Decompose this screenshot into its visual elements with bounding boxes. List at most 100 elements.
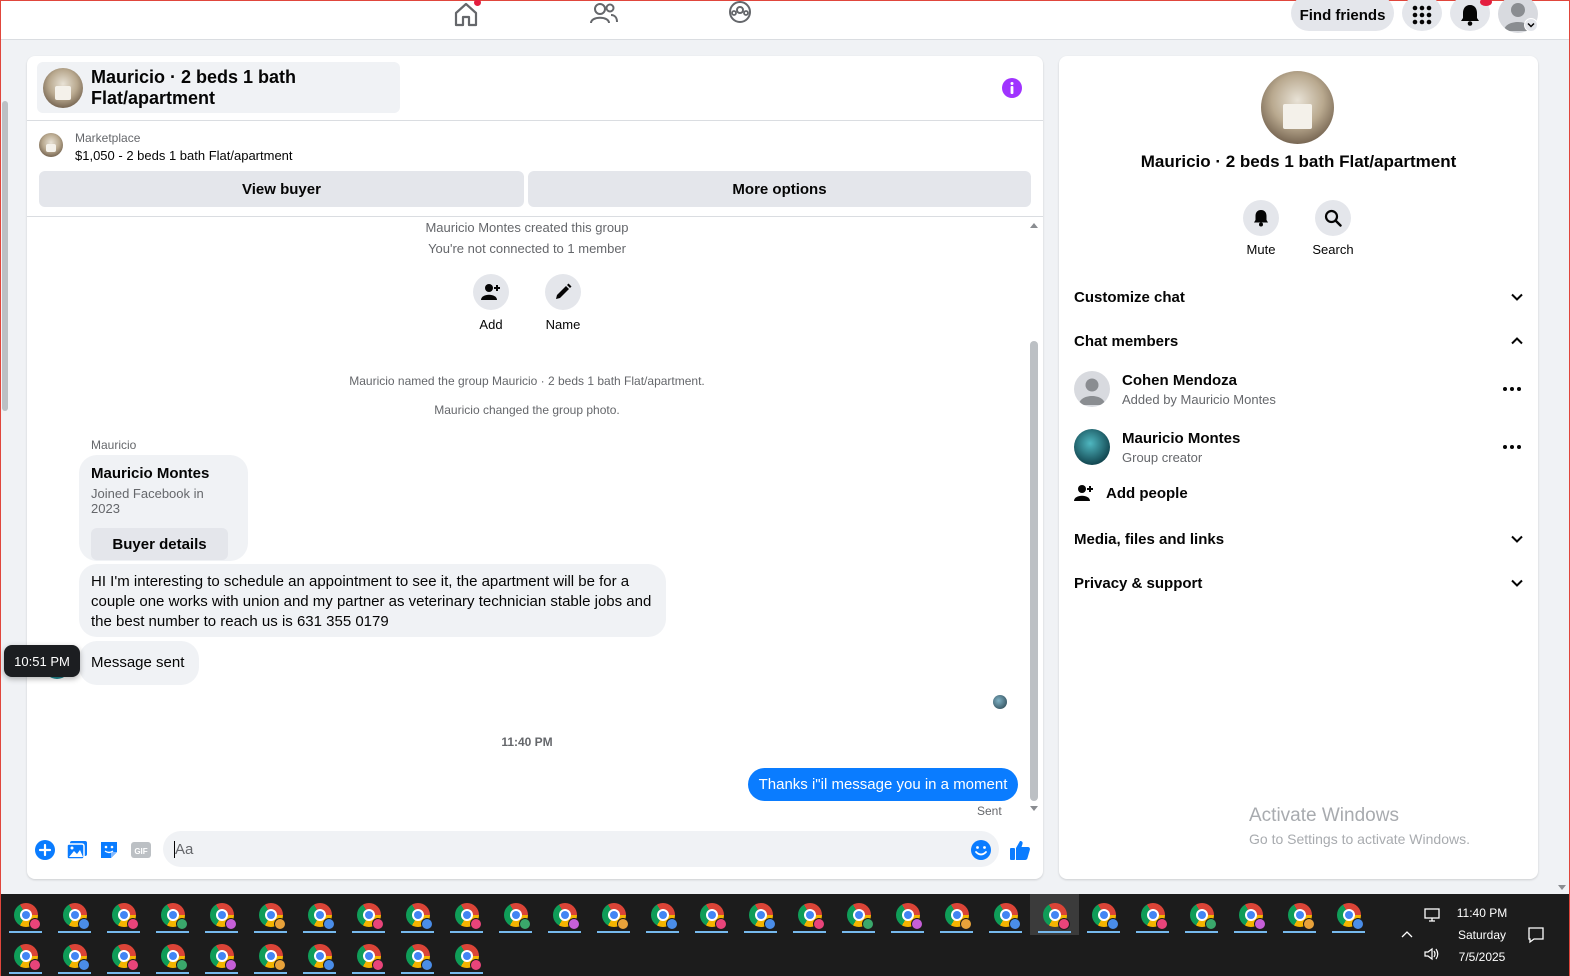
- page-scrollbar[interactable]: [1, 41, 11, 891]
- chrome-taskbar-icon[interactable]: [834, 894, 883, 935]
- chrome-taskbar-icon[interactable]: [393, 935, 442, 976]
- outgoing-message[interactable]: Thanks i"il message you in a moment: [748, 768, 1018, 801]
- chrome-taskbar-icon[interactable]: [638, 894, 687, 935]
- chrome-taskbar-icon[interactable]: [1128, 894, 1177, 935]
- chrome-taskbar-icon[interactable]: [148, 894, 197, 935]
- chrome-taskbar-icon[interactable]: [1177, 894, 1226, 935]
- search-action[interactable]: Search: [1303, 200, 1363, 257]
- chrome-taskbar-icon[interactable]: [295, 894, 344, 935]
- media-files-section[interactable]: Media, files and links: [1074, 524, 1524, 554]
- chrome-taskbar-icon[interactable]: [246, 935, 295, 976]
- chrome-taskbar-icon[interactable]: [687, 894, 736, 935]
- gif-icon[interactable]: GIF: [130, 839, 152, 861]
- chrome-taskbar-icon[interactable]: [932, 894, 981, 935]
- buyer-details-button[interactable]: Buyer details: [91, 528, 228, 560]
- search-label: Search: [1312, 242, 1354, 257]
- chrome-taskbar-icon[interactable]: [883, 894, 932, 935]
- group-photo[interactable]: [1261, 71, 1334, 144]
- chrome-taskbar-icon[interactable]: [1275, 894, 1324, 935]
- sticker-icon[interactable]: [98, 839, 120, 861]
- mute-action[interactable]: Mute: [1231, 200, 1291, 257]
- chrome-icon: [454, 943, 482, 971]
- more-options-button[interactable]: More options: [528, 171, 1031, 207]
- chrome-taskbar-icon[interactable]: [344, 935, 393, 976]
- view-buyer-button[interactable]: View buyer: [39, 171, 524, 207]
- action-center-icon[interactable]: [1527, 926, 1545, 944]
- info-title: Mauricio · 2 beds 1 bath Flat/apartment: [1140, 152, 1457, 171]
- chrome-taskbar-icon[interactable]: [1324, 894, 1373, 935]
- chat-header: Mauricio · 2 beds 1 bath Flat/apartment: [27, 56, 1043, 121]
- chat-members-section[interactable]: Chat members: [1074, 326, 1524, 356]
- privacy-support-label: Privacy & support: [1074, 574, 1203, 592]
- chrome-taskbar-icon[interactable]: [246, 894, 295, 935]
- message-scrollbar[interactable]: [1027, 219, 1041, 814]
- chrome-taskbar-icon[interactable]: [50, 894, 99, 935]
- chat-title-button[interactable]: Mauricio · 2 beds 1 bath Flat/apartment: [37, 62, 400, 113]
- message-input[interactable]: [163, 831, 999, 867]
- chrome-taskbar-icon[interactable]: [1, 894, 50, 935]
- chrome-taskbar-icon[interactable]: [148, 935, 197, 976]
- clock-time[interactable]: 11:40 PM: [1452, 906, 1512, 920]
- search-icon: [1315, 200, 1351, 236]
- plus-circle-icon[interactable]: [34, 839, 56, 861]
- chrome-taskbar-icon[interactable]: [99, 894, 148, 935]
- chrome-taskbar-icon[interactable]: [1030, 894, 1079, 935]
- chevron-up-icon[interactable]: [1400, 929, 1414, 939]
- clock-date[interactable]: 7/5/2025: [1452, 950, 1512, 964]
- chrome-taskbar-icon[interactable]: [491, 894, 540, 935]
- chrome-icon: [699, 902, 727, 930]
- emoji-icon[interactable]: [970, 839, 992, 861]
- chrome-taskbar-icon[interactable]: [50, 935, 99, 976]
- incoming-message[interactable]: HI I'm interesting to schedule an appoin…: [79, 564, 666, 637]
- chrome-taskbar-icon[interactable]: [785, 894, 834, 935]
- member-row[interactable]: Mauricio Montes Group creator: [1074, 427, 1524, 467]
- chrome-taskbar-icon[interactable]: [442, 894, 491, 935]
- chrome-taskbar-icon[interactable]: [589, 894, 638, 935]
- name-group-action[interactable]: Name: [528, 274, 598, 332]
- chrome-taskbar-icon[interactable]: [295, 935, 344, 976]
- chrome-taskbar-icon[interactable]: [197, 935, 246, 976]
- friends-icon[interactable]: [589, 1, 619, 27]
- thumbs-up-icon[interactable]: [1009, 839, 1031, 861]
- windows-taskbar: 11:40 PM Saturday 7/5/2025: [1, 894, 1569, 976]
- account-chevron-icon[interactable]: [1524, 18, 1538, 32]
- member-avatar: [1074, 429, 1110, 465]
- customize-chat-section[interactable]: Customize chat: [1074, 282, 1524, 312]
- chrome-taskbar-icon[interactable]: [442, 935, 491, 976]
- chrome-icon: [209, 902, 237, 930]
- chrome-taskbar-icon[interactable]: [197, 894, 246, 935]
- chrome-icon: [356, 943, 384, 971]
- chrome-icon: [1042, 902, 1070, 930]
- chrome-icon: [797, 902, 825, 930]
- chrome-taskbar-icon[interactable]: [736, 894, 785, 935]
- volume-icon[interactable]: [1423, 947, 1441, 961]
- chrome-taskbar-icon[interactable]: [99, 935, 148, 976]
- find-friends-button[interactable]: Find friends: [1291, 0, 1394, 31]
- clock-day[interactable]: Saturday: [1452, 928, 1512, 942]
- chrome-taskbar-icon[interactable]: [540, 894, 589, 935]
- incoming-message-short[interactable]: Message sent: [79, 641, 199, 685]
- member-row[interactable]: Cohen Mendoza Added by Mauricio Montes: [1074, 369, 1524, 409]
- chrome-icon: [13, 943, 41, 971]
- right-scrollbar[interactable]: [1555, 41, 1569, 891]
- add-people-button[interactable]: Add people: [1074, 484, 1188, 502]
- listing-summary[interactable]: Marketplace $1,050 - 2 beds 1 bath Flat/…: [39, 131, 293, 167]
- info-icon[interactable]: [1001, 77, 1023, 99]
- privacy-support-section[interactable]: Privacy & support: [1074, 568, 1524, 598]
- chrome-taskbar-icon[interactable]: [981, 894, 1030, 935]
- add-member-action[interactable]: Add: [456, 274, 526, 332]
- chrome-taskbar-icon[interactable]: [1226, 894, 1275, 935]
- chevron-down-icon: [1511, 293, 1523, 301]
- groups-icon[interactable]: [725, 1, 755, 27]
- chrome-icon: [62, 902, 90, 930]
- more-dots-icon[interactable]: [1500, 445, 1524, 449]
- chrome-taskbar-icon[interactable]: [344, 894, 393, 935]
- network-icon[interactable]: [1423, 908, 1441, 922]
- chrome-taskbar-icon[interactable]: [1079, 894, 1128, 935]
- chrome-taskbar-icon[interactable]: [1, 935, 50, 976]
- activate-windows-subtitle: Go to Settings to activate Windows.: [1249, 831, 1470, 847]
- photo-icon[interactable]: [66, 839, 88, 861]
- more-dots-icon[interactable]: [1500, 387, 1524, 391]
- chrome-taskbar-icon[interactable]: [393, 894, 442, 935]
- menu-grid-icon[interactable]: [1402, 0, 1442, 31]
